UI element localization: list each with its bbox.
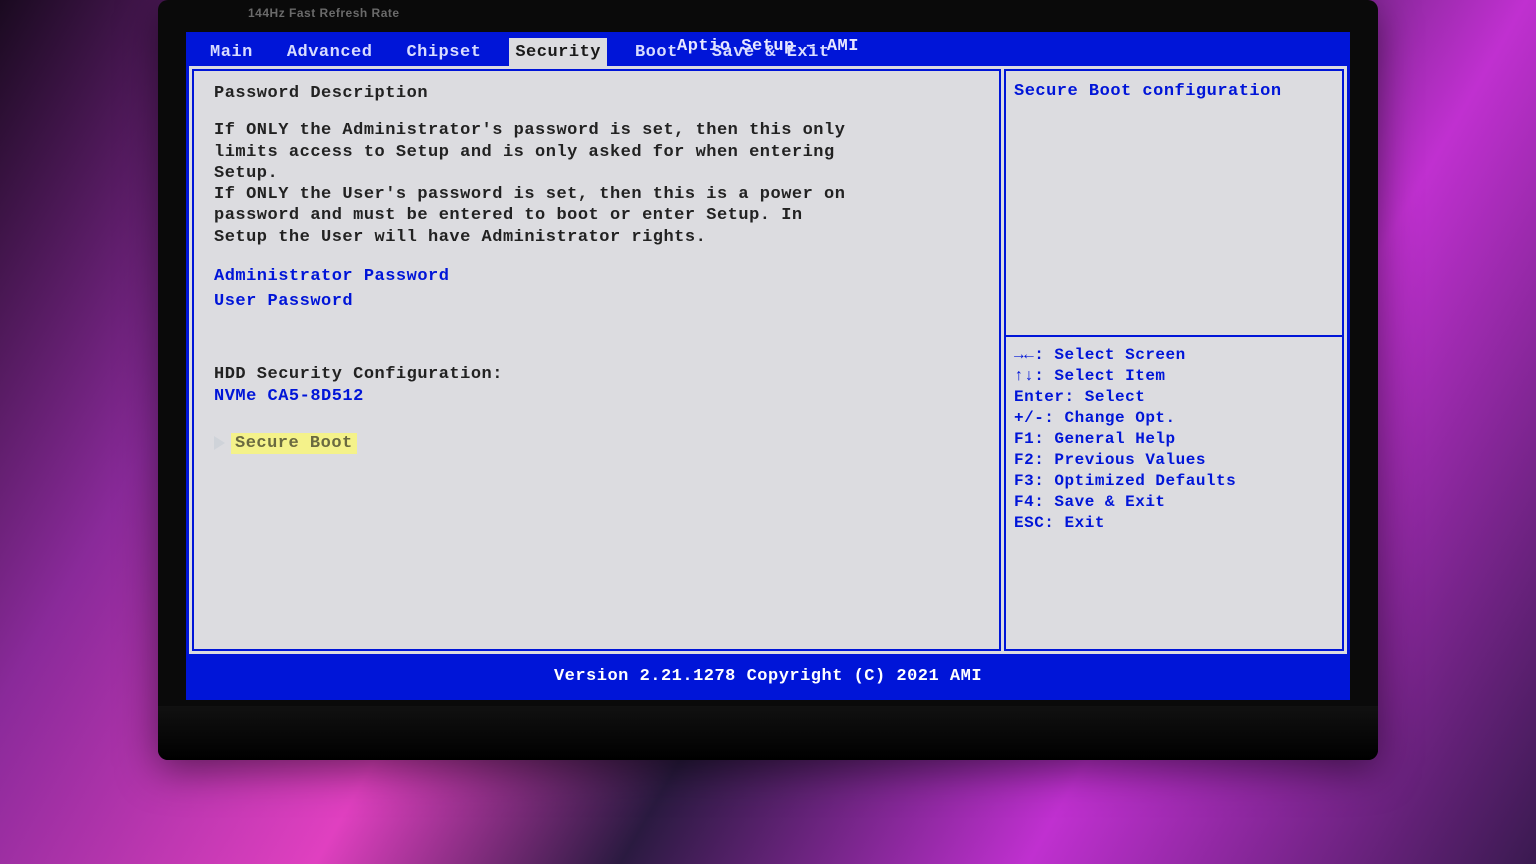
tabs: Main Advanced Chipset Security Boot Save… (204, 32, 836, 66)
tab-main[interactable]: Main (204, 38, 259, 66)
key-f2: F2: Previous Values (1014, 450, 1334, 470)
laptop-bezel: 144Hz Fast Refresh Rate Aptio Setup – AM… (158, 0, 1378, 760)
key-legend: →←: Select Screen ↑↓: Select Item Enter:… (1004, 337, 1344, 651)
secure-boot-label: Secure Boot (231, 433, 357, 454)
tab-security[interactable]: Security (509, 38, 607, 66)
copyright-text: Version 2.21.1278 Copyright (C) 2021 AMI (554, 666, 982, 687)
tab-advanced[interactable]: Advanced (281, 38, 379, 66)
monitor-badge: 144Hz Fast Refresh Rate (248, 6, 400, 20)
hdd-security-header: HDD Security Configuration: (214, 364, 979, 385)
item-admin-password[interactable]: Administrator Password (214, 266, 979, 287)
submenu-arrow-icon (214, 436, 225, 450)
item-help-box: Secure Boot configuration (1004, 69, 1344, 337)
security-panel: Password Description If ONLY the Adminis… (192, 69, 1001, 651)
tab-save-exit[interactable]: Save & Exit (706, 38, 836, 66)
bios-body: Password Description If ONLY the Adminis… (186, 66, 1350, 654)
bios-footer: Version 2.21.1278 Copyright (C) 2021 AMI (186, 654, 1350, 700)
key-change-opt: +/-: Change Opt. (1014, 408, 1334, 428)
key-esc: ESC: Exit (1014, 513, 1334, 533)
key-select-item: ↑↓: Select Item (1014, 366, 1334, 386)
item-hdd-device[interactable]: NVMe CA5-8D512 (214, 386, 979, 407)
key-enter: Enter: Select (1014, 387, 1334, 407)
item-help-text: Secure Boot configuration (1014, 81, 1334, 102)
section-title: Password Description (214, 83, 979, 104)
key-select-screen: →←: Select Screen (1014, 345, 1334, 365)
bios-screen: Aptio Setup – AMI Main Advanced Chipset … (186, 32, 1350, 700)
right-column: Secure Boot configuration →←: Select Scr… (1004, 69, 1344, 651)
tab-chipset[interactable]: Chipset (400, 38, 487, 66)
item-user-password[interactable]: User Password (214, 291, 979, 312)
key-f4: F4: Save & Exit (1014, 492, 1334, 512)
key-f1: F1: General Help (1014, 429, 1334, 449)
bios-tab-bar: Aptio Setup – AMI Main Advanced Chipset … (186, 32, 1350, 66)
item-secure-boot[interactable]: Secure Boot (214, 433, 979, 454)
password-description: If ONLY the Administrator's password is … (214, 120, 854, 248)
tab-boot[interactable]: Boot (629, 38, 684, 66)
key-f3: F3: Optimized Defaults (1014, 471, 1334, 491)
